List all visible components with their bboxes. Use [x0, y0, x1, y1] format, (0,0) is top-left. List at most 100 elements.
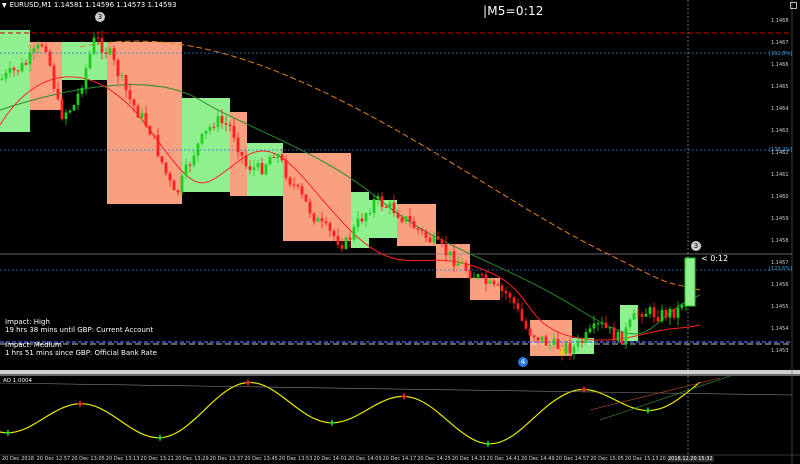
candle-body — [24, 63, 28, 65]
candle-body — [432, 236, 436, 243]
candle-body — [544, 336, 548, 346]
candle-body — [348, 237, 352, 240]
time-tick-label: 20 Dec 14:25 — [417, 456, 451, 462]
candle-body — [588, 328, 592, 333]
candle-body — [260, 163, 264, 175]
countdown-label: < 0:12 — [701, 254, 729, 263]
time-tick-label: 20 Dec 14:49 — [521, 456, 555, 462]
candle-body — [384, 206, 388, 208]
time-tick-label: 20 Dec 13:13 — [105, 456, 140, 462]
dropdown-triangle-icon[interactable]: ▼ — [2, 2, 7, 9]
candle-body — [64, 112, 68, 120]
candle-body — [272, 157, 276, 159]
candle-body — [48, 51, 52, 66]
candle-body — [228, 124, 232, 126]
ao-trough-marker — [5, 429, 11, 436]
candle-body — [592, 323, 596, 329]
price-tick-label: 1.1463 — [771, 128, 789, 134]
candle-body — [448, 251, 452, 256]
candle-body — [580, 340, 584, 343]
candle-body — [240, 151, 244, 156]
candle-body — [564, 343, 568, 353]
price-tick-label: 1.1455 — [771, 304, 789, 310]
candle-body — [76, 93, 80, 105]
candle-body — [576, 340, 580, 347]
candle-body — [568, 343, 572, 354]
news-event-upcoming: 19 hrs 38 mins until GBP: Current Accoun… — [5, 326, 154, 334]
price-tick-label: 1.1460 — [771, 194, 789, 200]
ao-peak-marker — [77, 400, 83, 407]
candle-body — [188, 164, 192, 166]
price-tick-label: 1.1468 — [771, 18, 789, 24]
candle-body — [80, 87, 84, 94]
candle-body — [452, 251, 456, 267]
price-chart[interactable] — [0, 0, 800, 464]
candle-body — [584, 332, 588, 343]
candle-body — [196, 143, 200, 156]
fib-label: [161.8%] — [769, 51, 792, 57]
candle-body — [556, 338, 560, 349]
time-tick-label: 20 Dec 13:29 — [175, 456, 209, 462]
news-event-past: 1 hrs 51 mins since GBP: Official Bank R… — [5, 349, 157, 357]
candle-body — [152, 134, 156, 136]
current-candle — [684, 257, 696, 307]
candle-body — [304, 194, 308, 202]
candle-body — [32, 48, 36, 53]
price-tick-label: 1.1453 — [771, 348, 789, 354]
candle-body — [640, 313, 644, 317]
candle-body — [400, 217, 404, 222]
symbol-header: ▼ EURUSD,M1 1.14581 1.14596 1.14573 1.145… — [2, 1, 176, 9]
candle-body — [148, 126, 152, 135]
candle-body — [444, 243, 448, 256]
candle-body — [132, 99, 136, 106]
candle-body — [392, 202, 396, 214]
candle-body — [316, 218, 320, 222]
news-impact-medium: Impact: Medium — [5, 341, 62, 349]
candle-body — [404, 216, 408, 222]
candle-body — [424, 230, 428, 238]
candle-body — [612, 327, 616, 341]
window-restore-icon[interactable] — [790, 2, 797, 9]
timer-label: |M5=0:12 — [483, 4, 544, 18]
candle-body — [456, 263, 460, 267]
ao-indicator — [0, 375, 793, 447]
candle-body — [56, 88, 60, 100]
candle-body — [376, 196, 380, 200]
candle-body — [256, 163, 260, 168]
candle-body — [164, 162, 168, 174]
candle-body — [336, 236, 340, 245]
candle-body — [648, 307, 652, 314]
price-tick-label: 1.1459 — [771, 216, 789, 222]
candle-body — [312, 213, 316, 222]
candle-body — [232, 125, 236, 138]
candle-body — [600, 322, 604, 324]
candle-body — [504, 291, 508, 294]
price-tick-label: 1.1464 — [771, 106, 789, 112]
marker-circle-top: 3 — [95, 12, 105, 22]
candle-body — [72, 104, 76, 111]
time-tick-label: 20 Dec 14:57 — [555, 456, 590, 462]
candle-body — [344, 237, 348, 249]
session-box — [62, 42, 107, 80]
candle-body — [108, 48, 112, 54]
candle-body — [636, 313, 640, 315]
candle-body — [528, 328, 532, 336]
candle-body — [552, 338, 556, 345]
candle-body — [248, 166, 252, 171]
candle-body — [416, 228, 420, 230]
candle-body — [88, 54, 92, 69]
candle-body — [520, 309, 524, 321]
ao-trough-marker — [485, 440, 491, 447]
candle-body — [308, 201, 312, 214]
price-tick-label: 1.1454 — [771, 326, 789, 332]
candle-body — [624, 327, 628, 344]
candle-body — [508, 293, 512, 298]
candle-body — [524, 320, 528, 329]
price-tick-label: 1.1467 — [771, 40, 789, 46]
candle-body — [252, 167, 256, 171]
candle-body — [368, 213, 372, 215]
candle-body — [264, 164, 268, 175]
candle-body — [604, 322, 608, 329]
candle-body — [324, 221, 328, 224]
candle-body — [284, 160, 288, 178]
